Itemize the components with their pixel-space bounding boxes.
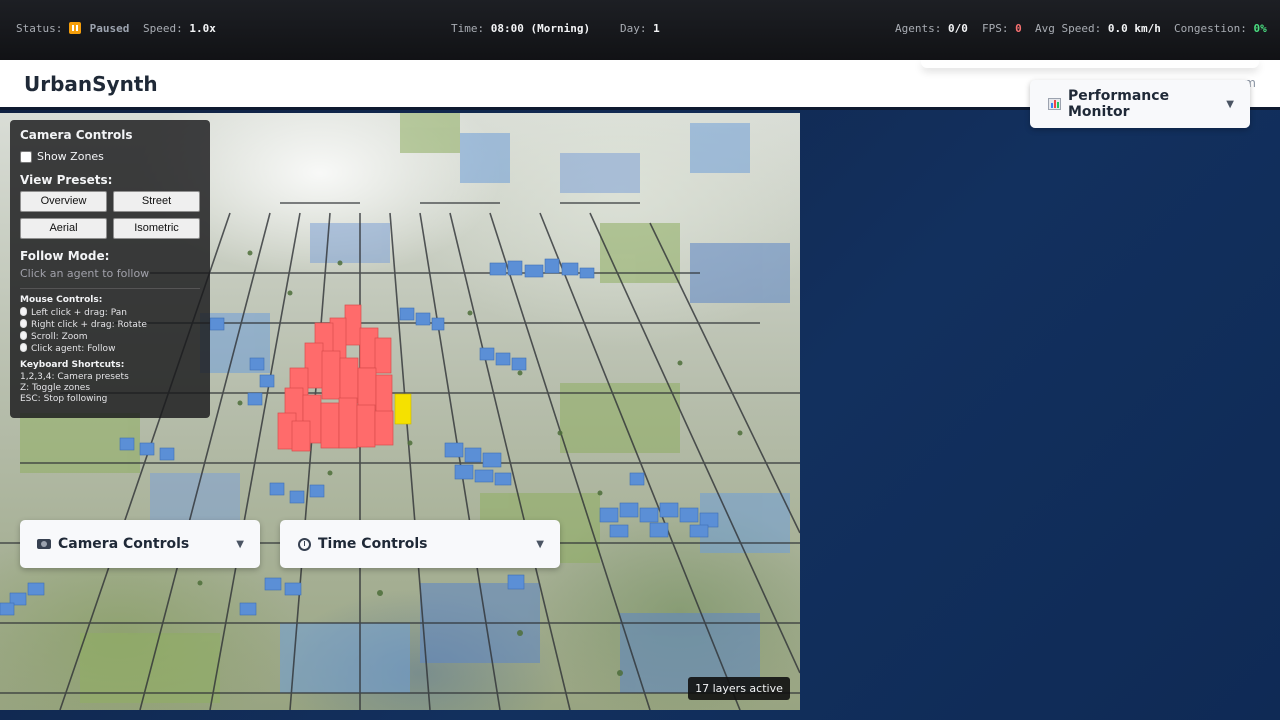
camera-controls-panel-label: Camera Controls [58,536,190,552]
pause-icon [68,22,81,34]
day-value: 1 [653,22,660,35]
camera-icon [36,539,52,549]
follow-mode-hint: Click an agent to follow [20,267,150,280]
speed-label: Speed: [143,22,183,35]
time-value: 08:00 (Morning) [490,22,591,35]
day-label: Day: [620,22,647,35]
mouse-controls-title: Mouse Controls: [20,295,103,305]
mouse-control-item: Right click + drag: Rotate [20,319,200,331]
camera-controls-panel[interactable]: Camera Controls ▼ [20,520,260,568]
avg-speed-value: 0.0 km/h [1107,22,1161,35]
congestion-label: Congestion: [1174,22,1247,35]
congestion-value: 0% [1253,22,1267,35]
status-bar: Status: Paused Speed: 1.0x Time: 08:00 (… [0,0,1280,60]
time-controls-panel[interactable]: Time Controls ▼ [280,520,560,568]
mouse-control-item: Left click + drag: Pan [20,307,200,319]
time-label: Time: [451,22,485,35]
keyboard-shortcuts-title: Keyboard Shortcuts: [20,360,125,370]
header-dropdown-shadow [921,60,1259,68]
avg-speed-label: Avg Speed: [1035,22,1102,35]
camera-controls-overlay: Camera Controls Show Zones View Presets:… [10,120,210,418]
follow-mode-label: Follow Mode: [20,249,110,263]
preset-aerial-button[interactable]: Aerial [20,218,107,239]
mouse-icon [20,331,27,340]
agents-indicator: Agents: 0/0 [895,22,968,35]
mouse-icon [20,307,27,316]
status-label: Status: [16,22,63,35]
speed-value: 1.0x [189,22,216,35]
show-zones-checkbox[interactable] [20,150,32,163]
performance-monitor-label: Performance Monitor [1068,88,1170,120]
mouse-icon [20,319,27,328]
chevron-down-icon[interactable]: ▼ [236,539,244,550]
time-controls-panel-label: Time Controls [318,536,428,552]
fps-value: 0 [1015,22,1022,35]
bar-chart-icon [1046,98,1062,110]
status-indicator: Status: Paused [16,22,129,35]
show-zones-toggle[interactable]: Show Zones [20,150,200,163]
agents-value: 0/0 [947,22,968,35]
view-presets: Overview Street Aerial Isometric [20,191,200,239]
keyboard-shortcut-item: 1,2,3,4: Camera presets [20,372,129,382]
keyboard-shortcut-item: Z: Toggle zones [20,383,91,393]
fps-indicator: FPS: 0 [982,22,1022,35]
congestion-indicator: Congestion: 0% [1174,22,1267,35]
preset-street-button[interactable]: Street [113,191,200,212]
layers-active-badge: 17 layers active [688,677,790,700]
view-presets-label: View Presets: [20,173,113,187]
divider [20,288,200,289]
agents-label: Agents: [895,22,942,35]
camera-controls-title: Camera Controls [20,128,133,142]
stopwatch-icon [296,537,312,551]
preset-overview-button[interactable]: Overview [20,191,107,212]
performance-monitor-panel[interactable]: Performance Monitor ▼ [1030,80,1250,128]
chevron-down-icon[interactable]: ▼ [536,539,544,550]
app-title: UrbanSynth [24,72,158,96]
residential-cluster [277,304,412,452]
preset-isometric-button[interactable]: Isometric [113,218,200,239]
fps-label: FPS: [982,22,1009,35]
keyboard-shortcut-item: ESC: Stop following [20,394,108,404]
status-value: Paused [89,22,130,35]
mouse-control-item: Scroll: Zoom [20,331,200,343]
show-zones-label: Show Zones [37,150,104,163]
mouse-control-item: Click agent: Follow [20,343,200,355]
speed-indicator: Speed: 1.0x [143,22,216,35]
avg-speed-indicator: Avg Speed: 0.0 km/h [1035,22,1161,35]
mouse-icon [20,343,27,352]
day-indicator: Day: 1 [620,22,660,35]
chevron-down-icon[interactable]: ▼ [1226,99,1234,110]
time-indicator: Time: 08:00 (Morning) [451,22,590,35]
